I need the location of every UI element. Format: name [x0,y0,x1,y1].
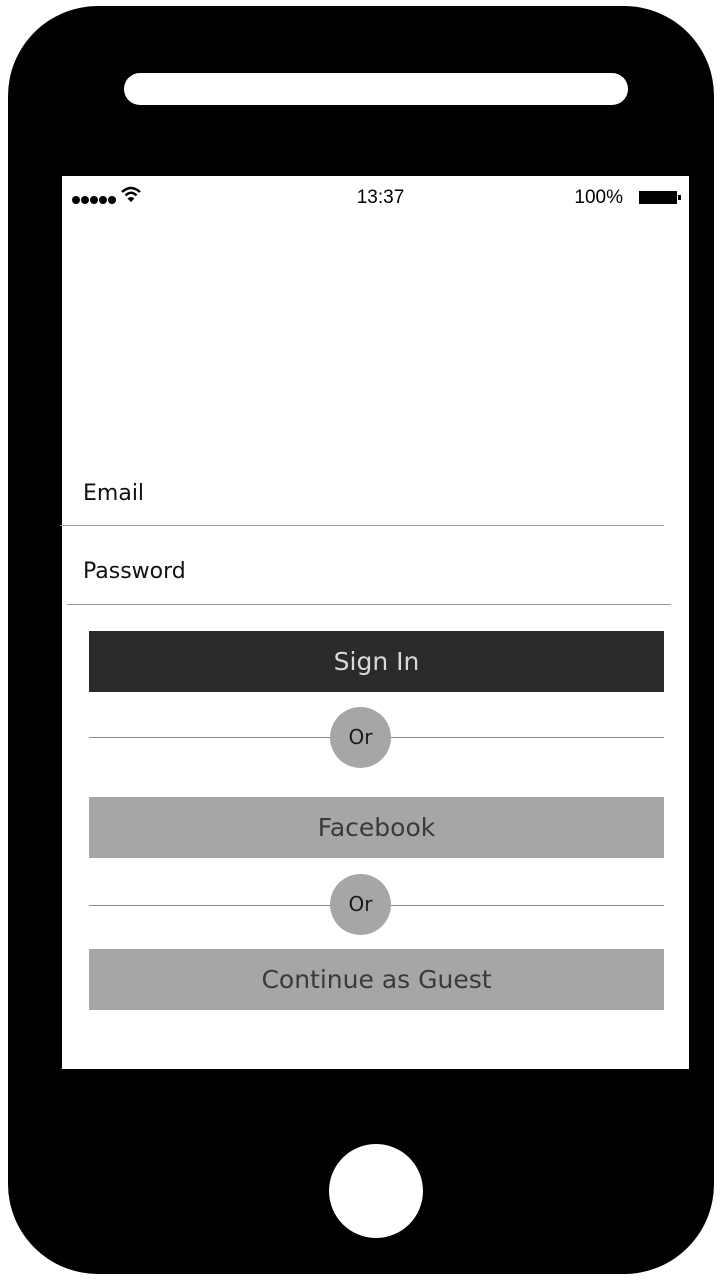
password-field[interactable]: Password [83,559,186,584]
facebook-button[interactable]: Facebook [89,797,664,858]
or-divider-badge: Or [330,874,391,935]
email-field[interactable]: Email [83,481,144,506]
battery-percent: 100% [574,187,623,208]
home-button[interactable] [329,1144,423,1238]
status-bar: 13:37 100% [62,176,689,218]
app-screen: 13:37 100% Email Password Sign In Or Fac… [60,176,689,1069]
email-field-underline [60,525,664,526]
battery-tip [678,195,681,200]
or-divider-badge: Or [330,707,391,768]
speaker-slot [124,73,628,105]
phone-frame: 13:37 100% Email Password Sign In Or Fac… [8,6,714,1274]
password-field-underline [67,604,671,605]
sign-in-button[interactable]: Sign In [89,631,664,692]
continue-as-guest-button[interactable]: Continue as Guest [89,949,664,1010]
battery-icon [639,191,677,204]
